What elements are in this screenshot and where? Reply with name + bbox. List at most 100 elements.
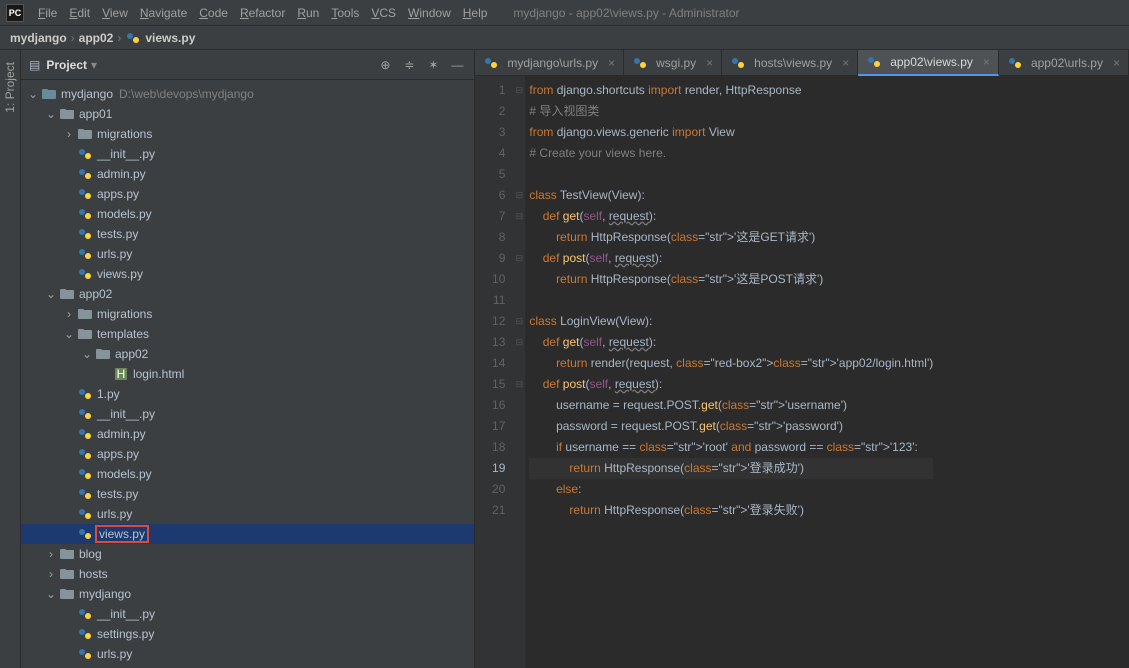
editor-tab[interactable]: mydjango\urls.py× [475, 50, 624, 76]
fold-mark[interactable] [513, 143, 525, 164]
code-editor[interactable]: 123456789101112131415161718192021 ⊟⊟⊟⊟⊟⊟… [475, 76, 1129, 668]
menu-refactor[interactable]: Refactor [234, 6, 291, 20]
close-icon[interactable]: × [706, 56, 713, 70]
fold-mark[interactable] [513, 479, 525, 500]
code-line[interactable]: def get(self, request): [529, 206, 933, 227]
fold-mark[interactable] [513, 458, 525, 479]
code-line[interactable]: return render(request, class="red-box2">… [529, 353, 933, 374]
tree-item-models-py[interactable]: models.py [21, 204, 474, 224]
tree-item-app02[interactable]: ⌄app02 [21, 344, 474, 364]
fold-mark[interactable] [513, 122, 525, 143]
tree-item-urls-py[interactable]: urls.py [21, 244, 474, 264]
hide-icon[interactable]: — [448, 56, 466, 74]
fold-mark[interactable]: ⊟ [513, 332, 525, 353]
expand-arrow-icon[interactable]: › [61, 307, 77, 321]
fold-mark[interactable] [513, 500, 525, 521]
expand-arrow-icon[interactable]: › [61, 127, 77, 141]
code-line[interactable]: from django.shortcuts import render, Htt… [529, 80, 933, 101]
fold-mark[interactable] [513, 353, 525, 374]
fold-mark[interactable]: ⊟ [513, 185, 525, 206]
tree-item-app01[interactable]: ⌄app01 [21, 104, 474, 124]
expand-arrow-icon[interactable]: ⌄ [79, 347, 95, 361]
gear-icon[interactable]: ✶ [424, 56, 442, 74]
code-line[interactable]: password = request.POST.get(class="str">… [529, 416, 933, 437]
tree-item-views-py[interactable]: views.py [21, 524, 474, 544]
fold-mark[interactable]: ⊟ [513, 311, 525, 332]
close-icon[interactable]: × [1113, 56, 1120, 70]
fold-mark[interactable] [513, 227, 525, 248]
tree-item-migrations[interactable]: ›migrations [21, 304, 474, 324]
code-line[interactable]: return HttpResponse(class="str">'这是POST请… [529, 269, 933, 290]
close-icon[interactable]: × [842, 56, 849, 70]
tree-item---init---py[interactable]: __init__.py [21, 144, 474, 164]
menu-tools[interactable]: Tools [325, 6, 365, 20]
fold-mark[interactable] [513, 164, 525, 185]
menu-run[interactable]: Run [291, 6, 325, 20]
menu-window[interactable]: Window [402, 6, 457, 20]
code-line[interactable]: username = request.POST.get(class="str">… [529, 395, 933, 416]
tree-item-1-py[interactable]: 1.py [21, 384, 474, 404]
menu-navigate[interactable]: Navigate [134, 6, 193, 20]
editor-tab[interactable]: app02\urls.py× [999, 50, 1129, 76]
tree-item---init---py[interactable]: __init__.py [21, 404, 474, 424]
editor-tab[interactable]: wsgi.py× [624, 50, 722, 76]
code-line[interactable]: return HttpResponse(class="str">'这是GET请求… [529, 227, 933, 248]
tree-item-migrations[interactable]: ›migrations [21, 124, 474, 144]
tree-item-tests-py[interactable]: tests.py [21, 224, 474, 244]
expand-arrow-icon[interactable]: ⌄ [61, 327, 77, 341]
close-icon[interactable]: × [608, 56, 615, 70]
project-tool-tab[interactable]: 1: Project [3, 58, 17, 117]
expand-arrow-icon[interactable]: › [43, 567, 59, 581]
code-line[interactable]: def post(self, request): [529, 374, 933, 395]
tree-item-views-py[interactable]: views.py [21, 264, 474, 284]
tree-item-urls-py[interactable]: urls.py [21, 644, 474, 664]
tree-item-mydjango[interactable]: ⌄mydjangoD:\web\devops\mydjango [21, 84, 474, 104]
fold-mark[interactable] [513, 437, 525, 458]
tree-item-admin-py[interactable]: admin.py [21, 424, 474, 444]
tree-item-templates[interactable]: ⌄templates [21, 324, 474, 344]
menu-view[interactable]: View [96, 6, 134, 20]
tree-item---init---py[interactable]: __init__.py [21, 604, 474, 624]
collapse-icon[interactable]: ≑ [400, 56, 418, 74]
tree-item-hosts[interactable]: ›hosts [21, 564, 474, 584]
fold-mark[interactable]: ⊟ [513, 374, 525, 395]
expand-arrow-icon[interactable]: ⌄ [43, 587, 59, 601]
breadcrumb-folder[interactable]: app02 [79, 31, 114, 45]
tree-item-mydjango[interactable]: ⌄mydjango [21, 584, 474, 604]
code-line[interactable]: class LoginView(View): [529, 311, 933, 332]
breadcrumb-root[interactable]: mydjango [10, 31, 67, 45]
tree-item-urls-py[interactable]: urls.py [21, 504, 474, 524]
tree-item-tests-py[interactable]: tests.py [21, 484, 474, 504]
breadcrumb-file[interactable]: views.py [145, 31, 195, 45]
tree-item-blog[interactable]: ›blog [21, 544, 474, 564]
menu-edit[interactable]: Edit [63, 6, 96, 20]
fold-gutter[interactable]: ⊟⊟⊟⊟⊟⊟⊟ [513, 76, 525, 668]
menu-help[interactable]: Help [457, 6, 494, 20]
tree-item-app02[interactable]: ⌄app02 [21, 284, 474, 304]
expand-arrow-icon[interactable]: ⌄ [43, 107, 59, 121]
code-line[interactable]: else: [529, 479, 933, 500]
tree-item-admin-py[interactable]: admin.py [21, 164, 474, 184]
close-icon[interactable]: × [983, 55, 990, 69]
menu-vcs[interactable]: VCS [365, 6, 402, 20]
code-line[interactable]: return HttpResponse(class="str">'登录失败') [529, 500, 933, 521]
expand-arrow-icon[interactable]: ⌄ [43, 287, 59, 301]
target-icon[interactable]: ⊕ [376, 56, 394, 74]
tree-item-login-html[interactable]: Hlogin.html [21, 364, 474, 384]
menu-code[interactable]: Code [193, 6, 234, 20]
code-line[interactable] [529, 164, 933, 185]
project-tree[interactable]: ⌄mydjangoD:\web\devops\mydjango⌄app01›mi… [21, 80, 474, 668]
fold-mark[interactable] [513, 290, 525, 311]
menu-file[interactable]: File [32, 6, 63, 20]
tree-item-settings-py[interactable]: settings.py [21, 624, 474, 644]
editor-tab[interactable]: hosts\views.py× [722, 50, 858, 76]
code-line[interactable] [529, 290, 933, 311]
code-line[interactable]: return HttpResponse(class="str">'登录成功') [529, 458, 933, 479]
code-line[interactable]: def post(self, request): [529, 248, 933, 269]
tree-item-apps-py[interactable]: apps.py [21, 184, 474, 204]
code-line[interactable]: # Create your views here. [529, 143, 933, 164]
editor-tab[interactable]: app02\views.py× [858, 50, 999, 76]
tree-item-apps-py[interactable]: apps.py [21, 444, 474, 464]
fold-mark[interactable] [513, 416, 525, 437]
fold-mark[interactable] [513, 269, 525, 290]
